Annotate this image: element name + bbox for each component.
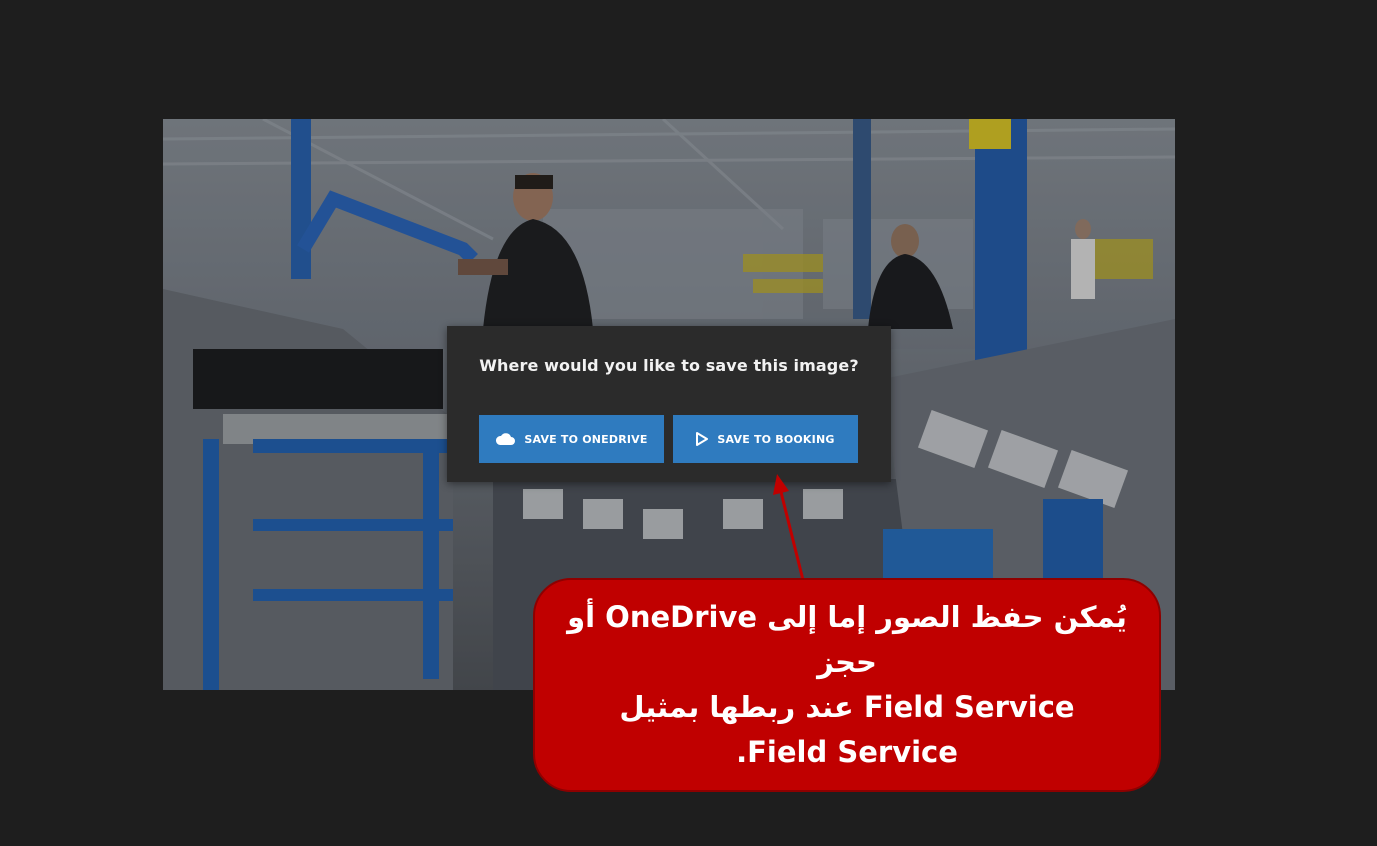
save-to-onedrive-button[interactable]: SAVE TO ONEDRIVE [479, 415, 664, 463]
save-to-onedrive-label: SAVE TO ONEDRIVE [524, 432, 648, 446]
callout-line: Field Service عند ربطها بمثيل [619, 690, 1075, 724]
callout-line: يُمكن حفظ الصور إما إلى OneDrive أو حجز [567, 600, 1127, 679]
save-to-booking-label: SAVE TO BOOKING [717, 432, 835, 446]
dialog-question: Where would you like to save this image? [479, 356, 859, 375]
callout-line: Field Service. [736, 735, 958, 769]
callout-text: يُمكن حفظ الصور إما إلى OneDrive أو حجز … [557, 595, 1137, 775]
play-icon [696, 432, 709, 446]
save-to-booking-button[interactable]: SAVE TO BOOKING [673, 415, 858, 463]
annotation-callout: يُمكن حفظ الصور إما إلى OneDrive أو حجز … [533, 578, 1161, 792]
cloud-icon [495, 433, 516, 445]
save-image-dialog: Where would you like to save this image?… [447, 326, 891, 482]
app-stage: Where would you like to save this image?… [0, 0, 1377, 846]
